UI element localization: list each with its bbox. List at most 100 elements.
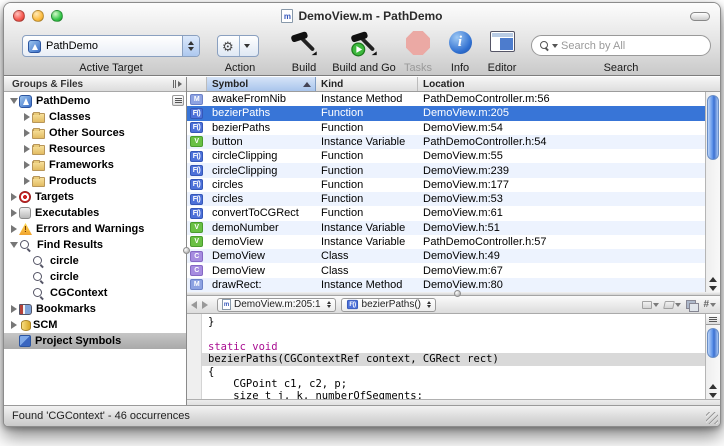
action-button[interactable]: ⚙ bbox=[217, 35, 259, 57]
title-bar[interactable]: m DemoView.m - PathDemo bbox=[4, 3, 720, 29]
code-line: } bbox=[202, 316, 705, 328]
history-forward-button[interactable] bbox=[202, 301, 208, 309]
horizontal-splitter[interactable] bbox=[187, 292, 720, 296]
kind-cell: Instance Method bbox=[316, 93, 418, 105]
editor-scrollbar[interactable] bbox=[705, 314, 720, 399]
sidebar-item-pathdemo[interactable]: PathDemo bbox=[4, 93, 186, 109]
scroll-down-arrow-icon[interactable] bbox=[709, 393, 717, 398]
sidebar-item-errors-and-warnings[interactable]: !Errors and Warnings bbox=[4, 221, 186, 237]
code-area[interactable]: } static voidbezierPaths(CGContextRef co… bbox=[202, 314, 705, 399]
sidebar-item-scm[interactable]: SCM bbox=[4, 317, 186, 333]
column-header-symbol[interactable]: Symbol bbox=[207, 77, 316, 91]
sidebar-item-other-sources[interactable]: Other Sources bbox=[4, 125, 186, 141]
table-scrollbar-thumb[interactable] bbox=[707, 95, 719, 160]
table-row[interactable]: F()bezierPathsFunctionDemoView.m:205 bbox=[187, 106, 705, 120]
variable-badge-icon: V bbox=[190, 236, 203, 247]
sidebar-item-resources[interactable]: Resources bbox=[4, 141, 186, 157]
location-cell: PathDemoController.h:57 bbox=[418, 236, 705, 248]
disclosure-triangle-icon[interactable] bbox=[8, 209, 19, 217]
source-editor[interactable]: } static voidbezierPaths(CGContextRef co… bbox=[187, 314, 720, 399]
column-header-kind[interactable]: Kind bbox=[316, 77, 418, 91]
location-cell: DemoView.h:49 bbox=[418, 250, 705, 262]
disclosure-triangle-icon[interactable] bbox=[21, 145, 32, 153]
disclosure-triangle-icon[interactable] bbox=[8, 98, 19, 104]
build-caption: Build bbox=[280, 62, 328, 74]
editor-button[interactable] bbox=[480, 31, 524, 52]
location-cell: DemoView.m:80 bbox=[418, 279, 705, 291]
scroll-up-arrow-icon[interactable] bbox=[709, 277, 717, 282]
table-row[interactable]: CDemoViewClassDemoView.h:49 bbox=[187, 249, 705, 263]
scroll-down-arrow-icon[interactable] bbox=[709, 286, 717, 291]
toolbar-toggle-button[interactable] bbox=[690, 12, 710, 21]
table-row[interactable]: VdemoNumberInstance VariableDemoView.h:5… bbox=[187, 221, 705, 235]
sidebar-item-cgcontext[interactable]: CGContext bbox=[4, 285, 186, 301]
sidebar-item-find-results[interactable]: Find Results bbox=[4, 237, 186, 253]
counterpart-icon bbox=[686, 300, 698, 310]
file-popup-label: DemoView.m:205:1 bbox=[234, 299, 321, 310]
sidebar-item-targets[interactable]: Targets bbox=[4, 189, 186, 205]
editor-split-button[interactable] bbox=[706, 314, 720, 325]
counterpart-button[interactable] bbox=[686, 300, 698, 310]
search-scope-arrow-icon[interactable] bbox=[552, 44, 558, 48]
sidebar-item-frameworks[interactable]: Frameworks bbox=[4, 157, 186, 173]
table-row[interactable]: F()circleClippingFunctionDemoView.m:239 bbox=[187, 163, 705, 177]
function-popup[interactable]: F() bezierPaths() bbox=[341, 298, 436, 312]
build-button[interactable] bbox=[280, 31, 328, 59]
column-header-location[interactable]: Location bbox=[418, 77, 720, 91]
kind-cell: Function bbox=[316, 107, 418, 119]
sidebar-item-circle[interactable]: circle bbox=[4, 253, 186, 269]
column-header-icon[interactable] bbox=[187, 77, 207, 91]
build-and-go-caption: Build and Go bbox=[326, 62, 402, 74]
build-and-go-button[interactable] bbox=[326, 31, 402, 59]
table-row[interactable]: F()circlesFunctionDemoView.m:53 bbox=[187, 192, 705, 206]
line-number-menu-button[interactable]: # bbox=[703, 299, 716, 310]
sidebar-item-products[interactable]: Products bbox=[4, 173, 186, 189]
table-row[interactable]: F()circlesFunctionDemoView.m:177 bbox=[187, 178, 705, 192]
sidebar-item-bookmarks[interactable]: Bookmarks bbox=[4, 301, 186, 317]
history-back-button[interactable] bbox=[191, 301, 197, 309]
resize-grip[interactable] bbox=[706, 412, 718, 424]
table-row[interactable]: VbuttonInstance VariablePathDemoControll… bbox=[187, 135, 705, 149]
vertical-splitter-handle[interactable] bbox=[183, 247, 190, 254]
disclosure-triangle-icon[interactable] bbox=[8, 305, 19, 313]
location-cell: DemoView.m:55 bbox=[418, 150, 705, 162]
disclosure-triangle-icon[interactable] bbox=[21, 129, 32, 137]
gear-icon: ⚙ bbox=[222, 40, 234, 53]
table-row[interactable]: VdemoViewInstance VariablePathDemoContro… bbox=[187, 235, 705, 249]
table-row[interactable]: CDemoViewClassDemoView.m:67 bbox=[187, 263, 705, 277]
search-field[interactable] bbox=[531, 35, 711, 56]
disclosure-triangle-icon[interactable] bbox=[21, 161, 32, 169]
code-line: size_t j, k, numberOfSegments; bbox=[202, 390, 705, 399]
table-row[interactable]: F()convertToCGRectFunctionDemoView.m:61 bbox=[187, 206, 705, 220]
active-target-popup[interactable]: PathDemo bbox=[22, 35, 200, 57]
bookmarks-menu-button[interactable] bbox=[642, 301, 659, 309]
breakpoints-menu-button[interactable] bbox=[664, 301, 681, 309]
search-input[interactable] bbox=[561, 40, 703, 52]
symbol-table: Symbol Kind Location MawakeFromNibInstan… bbox=[187, 77, 720, 292]
scroll-up-arrow-icon[interactable] bbox=[709, 384, 717, 389]
disclosure-triangle-icon[interactable] bbox=[8, 225, 19, 233]
table-row[interactable]: F()circleClippingFunctionDemoView.m:55 bbox=[187, 149, 705, 163]
disclosure-triangle-icon[interactable] bbox=[21, 113, 32, 121]
sidebar-item-classes[interactable]: Classes bbox=[4, 109, 186, 125]
sidebar-item-circle[interactable]: circle bbox=[4, 269, 186, 285]
table-row[interactable]: F()bezierPathsFunctionDemoView.m:54 bbox=[187, 121, 705, 135]
disclosure-triangle-icon[interactable] bbox=[21, 177, 32, 185]
table-row[interactable]: MdrawRect:Instance MethodDemoView.m:80 bbox=[187, 278, 705, 292]
horizontal-splitter-handle[interactable] bbox=[454, 290, 461, 297]
editor-scrollbar-thumb[interactable] bbox=[707, 328, 719, 358]
title-area: m DemoView.m - PathDemo bbox=[4, 3, 720, 29]
splitview-toggle-button[interactable] bbox=[173, 80, 182, 88]
sidebar-item-project-symbols[interactable]: Project Symbols bbox=[4, 333, 186, 349]
info-button[interactable]: i bbox=[442, 31, 478, 54]
location-cell: DemoView.m:177 bbox=[418, 179, 705, 191]
disclosure-triangle-icon[interactable] bbox=[8, 242, 19, 248]
disclosure-triangle-icon[interactable] bbox=[8, 321, 19, 329]
file-popup[interactable]: m DemoView.m:205:1 bbox=[217, 298, 336, 312]
table-row[interactable]: MawakeFromNibInstance MethodPathDemoCont… bbox=[187, 92, 705, 106]
sidebar-item-executables[interactable]: Executables bbox=[4, 205, 186, 221]
table-scrollbar[interactable] bbox=[705, 92, 720, 292]
sort-ascending-icon bbox=[303, 82, 311, 87]
disclosure-triangle-icon[interactable] bbox=[8, 193, 19, 201]
code-line bbox=[202, 328, 705, 340]
